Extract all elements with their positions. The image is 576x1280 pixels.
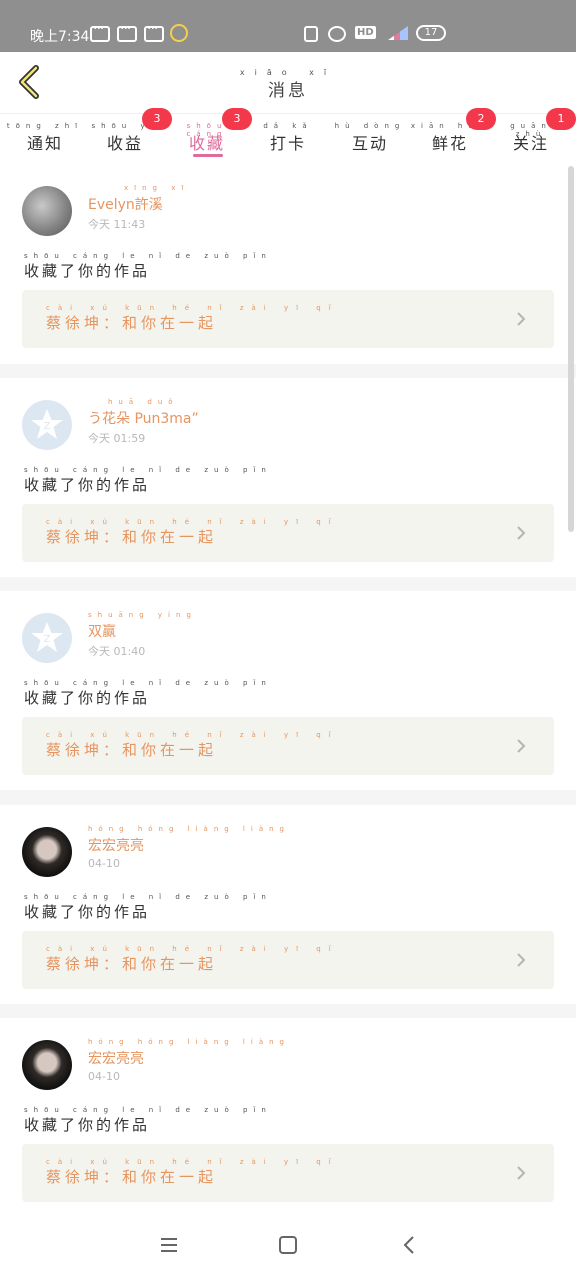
tab-pinyin: hù dòng bbox=[334, 122, 406, 130]
tab-label: 互动 bbox=[351, 134, 388, 153]
message-notification-icon bbox=[144, 21, 164, 42]
work-title: 蔡徐坤：和你在一起 bbox=[46, 528, 218, 546]
scrollbar[interactable] bbox=[568, 166, 574, 532]
message-time: 今天 01:59 bbox=[88, 432, 146, 445]
message-notification-icon bbox=[117, 21, 137, 42]
chevron-right-icon bbox=[517, 1166, 526, 1180]
alarm-icon bbox=[328, 26, 346, 42]
list-item[interactable]: Z shuāng yíng 双赢 今天 01:40 shōu cáng le n… bbox=[0, 591, 576, 790]
username-pinyin: hóng hóng liàng liàng bbox=[88, 1038, 290, 1046]
username[interactable]: 宏宏亮亮 bbox=[88, 1048, 144, 1068]
avatar[interactable]: Z bbox=[22, 613, 72, 663]
tab-label: 收益 bbox=[106, 134, 143, 153]
battery-icon: 17 bbox=[416, 25, 446, 41]
back-icon[interactable] bbox=[394, 1232, 424, 1258]
system-nav-bar bbox=[0, 1210, 576, 1280]
chevron-right-icon bbox=[517, 739, 526, 753]
message-pinyin: shōu cáng le nǐ de zuò pǐn bbox=[24, 466, 272, 474]
list-item[interactable]: hóng hóng liàng liàng 宏宏亮亮 04-10 shōu cá… bbox=[0, 1018, 576, 1210]
work-title: 蔡徐坤：和你在一起 bbox=[46, 1168, 218, 1186]
message-pinyin: shōu cáng le nǐ de zuò pǐn bbox=[24, 893, 272, 901]
message-time: 今天 11:43 bbox=[88, 218, 146, 231]
username-pinyin: xīng xī bbox=[124, 184, 190, 192]
work-link[interactable]: cài xú kūn hé nǐ zài yī qǐ 蔡徐坤：和你在一起 bbox=[22, 290, 554, 348]
svg-text:Z: Z bbox=[44, 421, 51, 432]
work-title: 蔡徐坤：和你在一起 bbox=[46, 741, 218, 759]
username[interactable]: う花朵 Pun3ma” bbox=[88, 408, 199, 428]
tab-label: 通知 bbox=[26, 134, 63, 153]
tab-notifications[interactable]: tōng zhī 通知 bbox=[5, 114, 85, 164]
message-pinyin: shōu cáng le nǐ de zuò pǐn bbox=[24, 252, 272, 260]
work-link[interactable]: cài xú kūn hé nǐ zài yī qǐ 蔡徐坤：和你在一起 bbox=[22, 504, 554, 562]
tab-label: 鲜花 bbox=[431, 134, 468, 153]
avatar[interactable] bbox=[22, 1040, 72, 1090]
home-icon[interactable] bbox=[273, 1232, 303, 1258]
lightbulb-icon bbox=[170, 24, 188, 42]
list-item[interactable]: hóng hóng liàng liàng 宏宏亮亮 04-10 shōu cá… bbox=[0, 805, 576, 1004]
work-link[interactable]: cài xú kūn hé nǐ zài yī qǐ 蔡徐坤：和你在一起 bbox=[22, 717, 554, 775]
message-text: 收藏了你的作品 bbox=[24, 476, 151, 494]
chevron-right-icon bbox=[517, 312, 526, 326]
tab-pinyin: tōng zhī bbox=[6, 122, 84, 130]
menu-icon[interactable] bbox=[154, 1232, 184, 1258]
avatar[interactable] bbox=[22, 827, 72, 877]
message-notification-icon bbox=[90, 21, 110, 42]
username[interactable]: 双赢 bbox=[88, 621, 116, 641]
username-pinyin: huā duǒ bbox=[108, 398, 179, 406]
signal-icon bbox=[388, 26, 408, 40]
username[interactable]: Evelyn許溪 bbox=[88, 194, 163, 214]
username-pinyin: hóng hóng liàng liàng bbox=[88, 825, 290, 833]
default-avatar-icon: Z bbox=[31, 409, 63, 439]
work-title-pinyin: cài xú kūn hé nǐ zài yī qǐ bbox=[46, 518, 339, 526]
username[interactable]: 宏宏亮亮 bbox=[88, 835, 144, 855]
work-title-pinyin: cài xú kūn hé nǐ zài yī qǐ bbox=[46, 945, 339, 953]
chevron-right-icon bbox=[517, 526, 526, 540]
username-pinyin: shuāng yíng bbox=[88, 611, 197, 619]
work-title-pinyin: cài xú kūn hé nǐ zài yī qǐ bbox=[46, 1158, 339, 1166]
page-title-text: 消息 bbox=[268, 81, 308, 101]
message-pinyin: shōu cáng le nǐ de zuò pǐn bbox=[24, 679, 272, 687]
rotation-lock-icon bbox=[304, 26, 318, 42]
work-link[interactable]: cài xú kūn hé nǐ zài yī qǐ 蔡徐坤：和你在一起 bbox=[22, 1144, 554, 1202]
work-title: 蔡徐坤：和你在一起 bbox=[46, 955, 218, 973]
avatar[interactable] bbox=[22, 186, 72, 236]
tab-badge: 1 bbox=[546, 108, 576, 130]
tab-check-in[interactable]: dǎ kǎ 打卡 bbox=[248, 114, 328, 164]
tab-bar: tōng zhī 通知 shōu yì 收益 3 shōu cáng 收藏 3 … bbox=[0, 108, 576, 164]
svg-text:Z: Z bbox=[44, 634, 51, 645]
tab-label: 关注 bbox=[512, 134, 549, 153]
work-link[interactable]: cài xú kūn hé nǐ zài yī qǐ 蔡徐坤：和你在一起 bbox=[22, 931, 554, 989]
message-text: 收藏了你的作品 bbox=[24, 903, 151, 921]
chevron-right-icon bbox=[517, 953, 526, 967]
tab-label: 打卡 bbox=[269, 134, 306, 153]
message-text: 收藏了你的作品 bbox=[24, 689, 151, 707]
message-time: 04-10 bbox=[88, 857, 120, 870]
tab-pinyin: dǎ kǎ bbox=[263, 122, 313, 130]
message-time: 04-10 bbox=[88, 1070, 120, 1083]
message-list[interactable]: xīng xī Evelyn許溪 今天 11:43 shōu cáng le n… bbox=[0, 164, 576, 1210]
status-bar: 晚上7:34 HD 17 bbox=[0, 0, 576, 52]
message-time: 今天 01:40 bbox=[88, 645, 146, 658]
work-title-pinyin: cài xú kūn hé nǐ zài yī qǐ bbox=[46, 304, 339, 312]
message-pinyin: shōu cáng le nǐ de zuò pǐn bbox=[24, 1106, 272, 1114]
message-text: 收藏了你的作品 bbox=[24, 1116, 151, 1134]
status-time: 晚上7:34 bbox=[30, 29, 90, 45]
list-item[interactable]: Z huā duǒ う花朵 Pun3ma” 今天 01:59 shōu cáng… bbox=[0, 378, 576, 577]
message-text: 收藏了你的作品 bbox=[24, 262, 151, 280]
avatar[interactable]: Z bbox=[22, 400, 72, 450]
hd-icon: HD bbox=[355, 26, 376, 39]
default-avatar-icon: Z bbox=[31, 622, 63, 652]
tab-label: 收藏 bbox=[188, 134, 225, 153]
work-title-pinyin: cài xú kūn hé nǐ zài yī qǐ bbox=[46, 731, 339, 739]
tab-interaction[interactable]: hù dòng 互动 bbox=[330, 114, 410, 164]
active-tab-indicator bbox=[193, 154, 223, 157]
header: xiāo xī 消息 bbox=[0, 52, 576, 114]
list-item[interactable]: xīng xī Evelyn許溪 今天 11:43 shōu cáng le n… bbox=[0, 164, 576, 364]
work-title: 蔡徐坤：和你在一起 bbox=[46, 314, 218, 332]
